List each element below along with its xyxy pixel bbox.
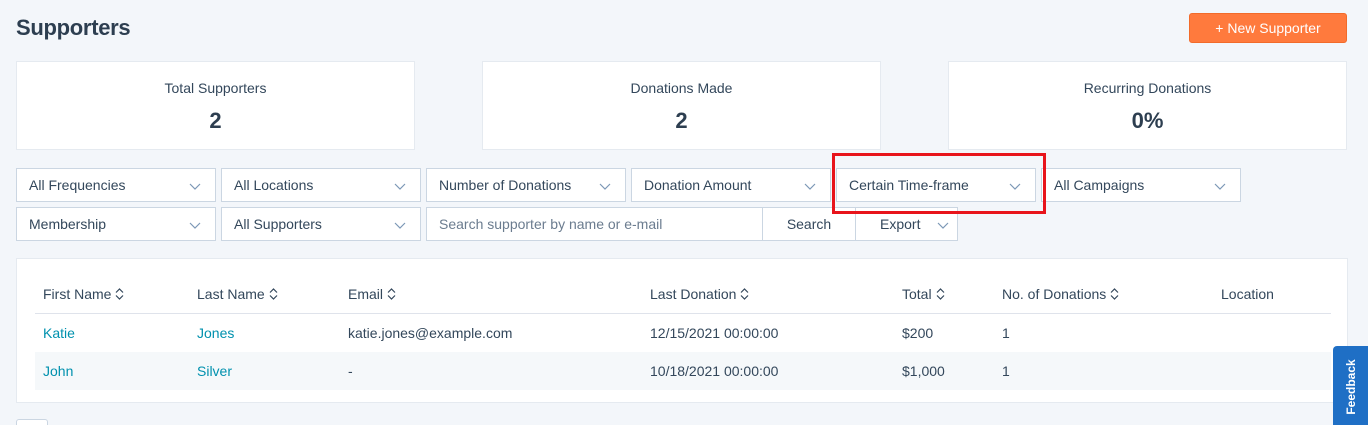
feedback-label: Feedback <box>1343 359 1358 415</box>
table-row: Katie Jones katie.jones@example.com 12/1… <box>35 314 1331 352</box>
column-header-label: Total <box>902 286 932 302</box>
last-name-link[interactable]: Jones <box>197 325 234 341</box>
sort-icon <box>269 288 278 300</box>
supporters-table: First Name Last Name Email Last Donation… <box>16 258 1348 403</box>
chevron-down-icon <box>1214 180 1226 192</box>
column-header-email[interactable]: Email <box>348 286 396 302</box>
column-header-label: No. of Donations <box>1002 286 1107 302</box>
export-label: Export <box>880 216 921 232</box>
last-name-link[interactable]: Silver <box>197 363 232 379</box>
feedback-tab[interactable]: Feedback <box>1333 346 1368 425</box>
column-header-label: First Name <box>43 286 112 302</box>
table-row: John Silver - 10/18/2021 00:00:00 $1,000… <box>35 352 1331 390</box>
donation-count-filter[interactable]: Number of Donations <box>426 168 626 202</box>
column-header-donations[interactable]: No. of Donations <box>1002 286 1119 302</box>
chevron-down-icon <box>394 219 406 231</box>
filter-label: All Supporters <box>234 216 322 232</box>
donation-amount-filter[interactable]: Donation Amount <box>631 168 831 202</box>
chevron-down-icon <box>189 219 201 231</box>
filter-label: All Frequencies <box>29 177 126 193</box>
column-header-location: Location <box>1221 286 1274 302</box>
chevron-down-icon <box>189 180 201 192</box>
chevron-down-icon <box>599 180 611 192</box>
supporters-filter[interactable]: All Supporters <box>221 207 421 241</box>
time-frame-filter[interactable]: Certain Time-frame <box>836 168 1036 202</box>
total-cell: $1,000 <box>902 363 945 379</box>
filter-label: All Campaigns <box>1054 177 1145 193</box>
column-header-last-name[interactable]: Last Name <box>197 286 278 302</box>
email-cell: - <box>348 363 353 379</box>
location-filter[interactable]: All Locations <box>221 168 421 202</box>
column-header-label: Location <box>1221 286 1274 302</box>
stat-value: 2 <box>209 108 222 133</box>
sort-icon <box>936 288 945 300</box>
column-header-last-donation[interactable]: Last Donation <box>650 286 749 302</box>
sort-icon <box>1110 288 1119 300</box>
column-header-label: Email <box>348 286 384 302</box>
donations-cell: 1 <box>1002 325 1010 341</box>
filter-label: All Locations <box>234 177 314 193</box>
stat-label: Recurring Donations <box>1083 80 1212 96</box>
filter-label: Number of Donations <box>439 177 572 193</box>
stat-card-total-supporters: Total Supporters 2 <box>16 61 415 150</box>
total-cell: $200 <box>902 325 934 341</box>
first-name-link[interactable]: Katie <box>43 325 75 341</box>
chevron-down-icon <box>804 180 816 192</box>
filter-label: Donation Amount <box>644 177 752 193</box>
chevron-down-icon <box>937 219 949 231</box>
last-donation-cell: 10/18/2021 00:00:00 <box>650 363 779 379</box>
filter-label: Certain Time-frame <box>849 177 969 193</box>
export-dropdown[interactable]: Export <box>855 207 958 241</box>
column-header-total[interactable]: Total <box>902 286 945 302</box>
stat-label: Total Supporters <box>164 80 267 96</box>
pagination-control[interactable] <box>16 419 48 425</box>
stat-card-donations-made: Donations Made 2 <box>482 61 881 150</box>
campaigns-filter[interactable]: All Campaigns <box>1041 168 1241 202</box>
filter-label: Membership <box>29 216 107 232</box>
column-header-first-name[interactable]: First Name <box>43 286 124 302</box>
stat-label: Donations Made <box>630 80 733 96</box>
membership-filter[interactable]: Membership <box>16 207 216 241</box>
stat-value: 0% <box>1131 108 1164 133</box>
column-header-label: Last Name <box>197 286 265 302</box>
chevron-down-icon <box>394 180 406 192</box>
new-supporter-button[interactable]: + New Supporter <box>1189 13 1347 43</box>
last-donation-cell: 12/15/2021 00:00:00 <box>650 325 779 341</box>
page-title: Supporters <box>16 15 131 40</box>
search-input[interactable] <box>426 207 763 241</box>
sort-icon <box>387 288 396 300</box>
sort-icon <box>115 288 124 300</box>
column-header-label: Last Donation <box>650 286 737 302</box>
first-name-link[interactable]: John <box>43 363 73 379</box>
stat-card-recurring-donations: Recurring Donations 0% <box>948 61 1347 150</box>
chevron-down-icon <box>1009 180 1021 192</box>
search-button[interactable]: Search <box>762 207 856 241</box>
sort-icon <box>740 288 749 300</box>
stat-value: 2 <box>675 108 688 133</box>
frequency-filter[interactable]: All Frequencies <box>16 168 216 202</box>
email-cell: katie.jones@example.com <box>348 325 513 341</box>
donations-cell: 1 <box>1002 363 1010 379</box>
